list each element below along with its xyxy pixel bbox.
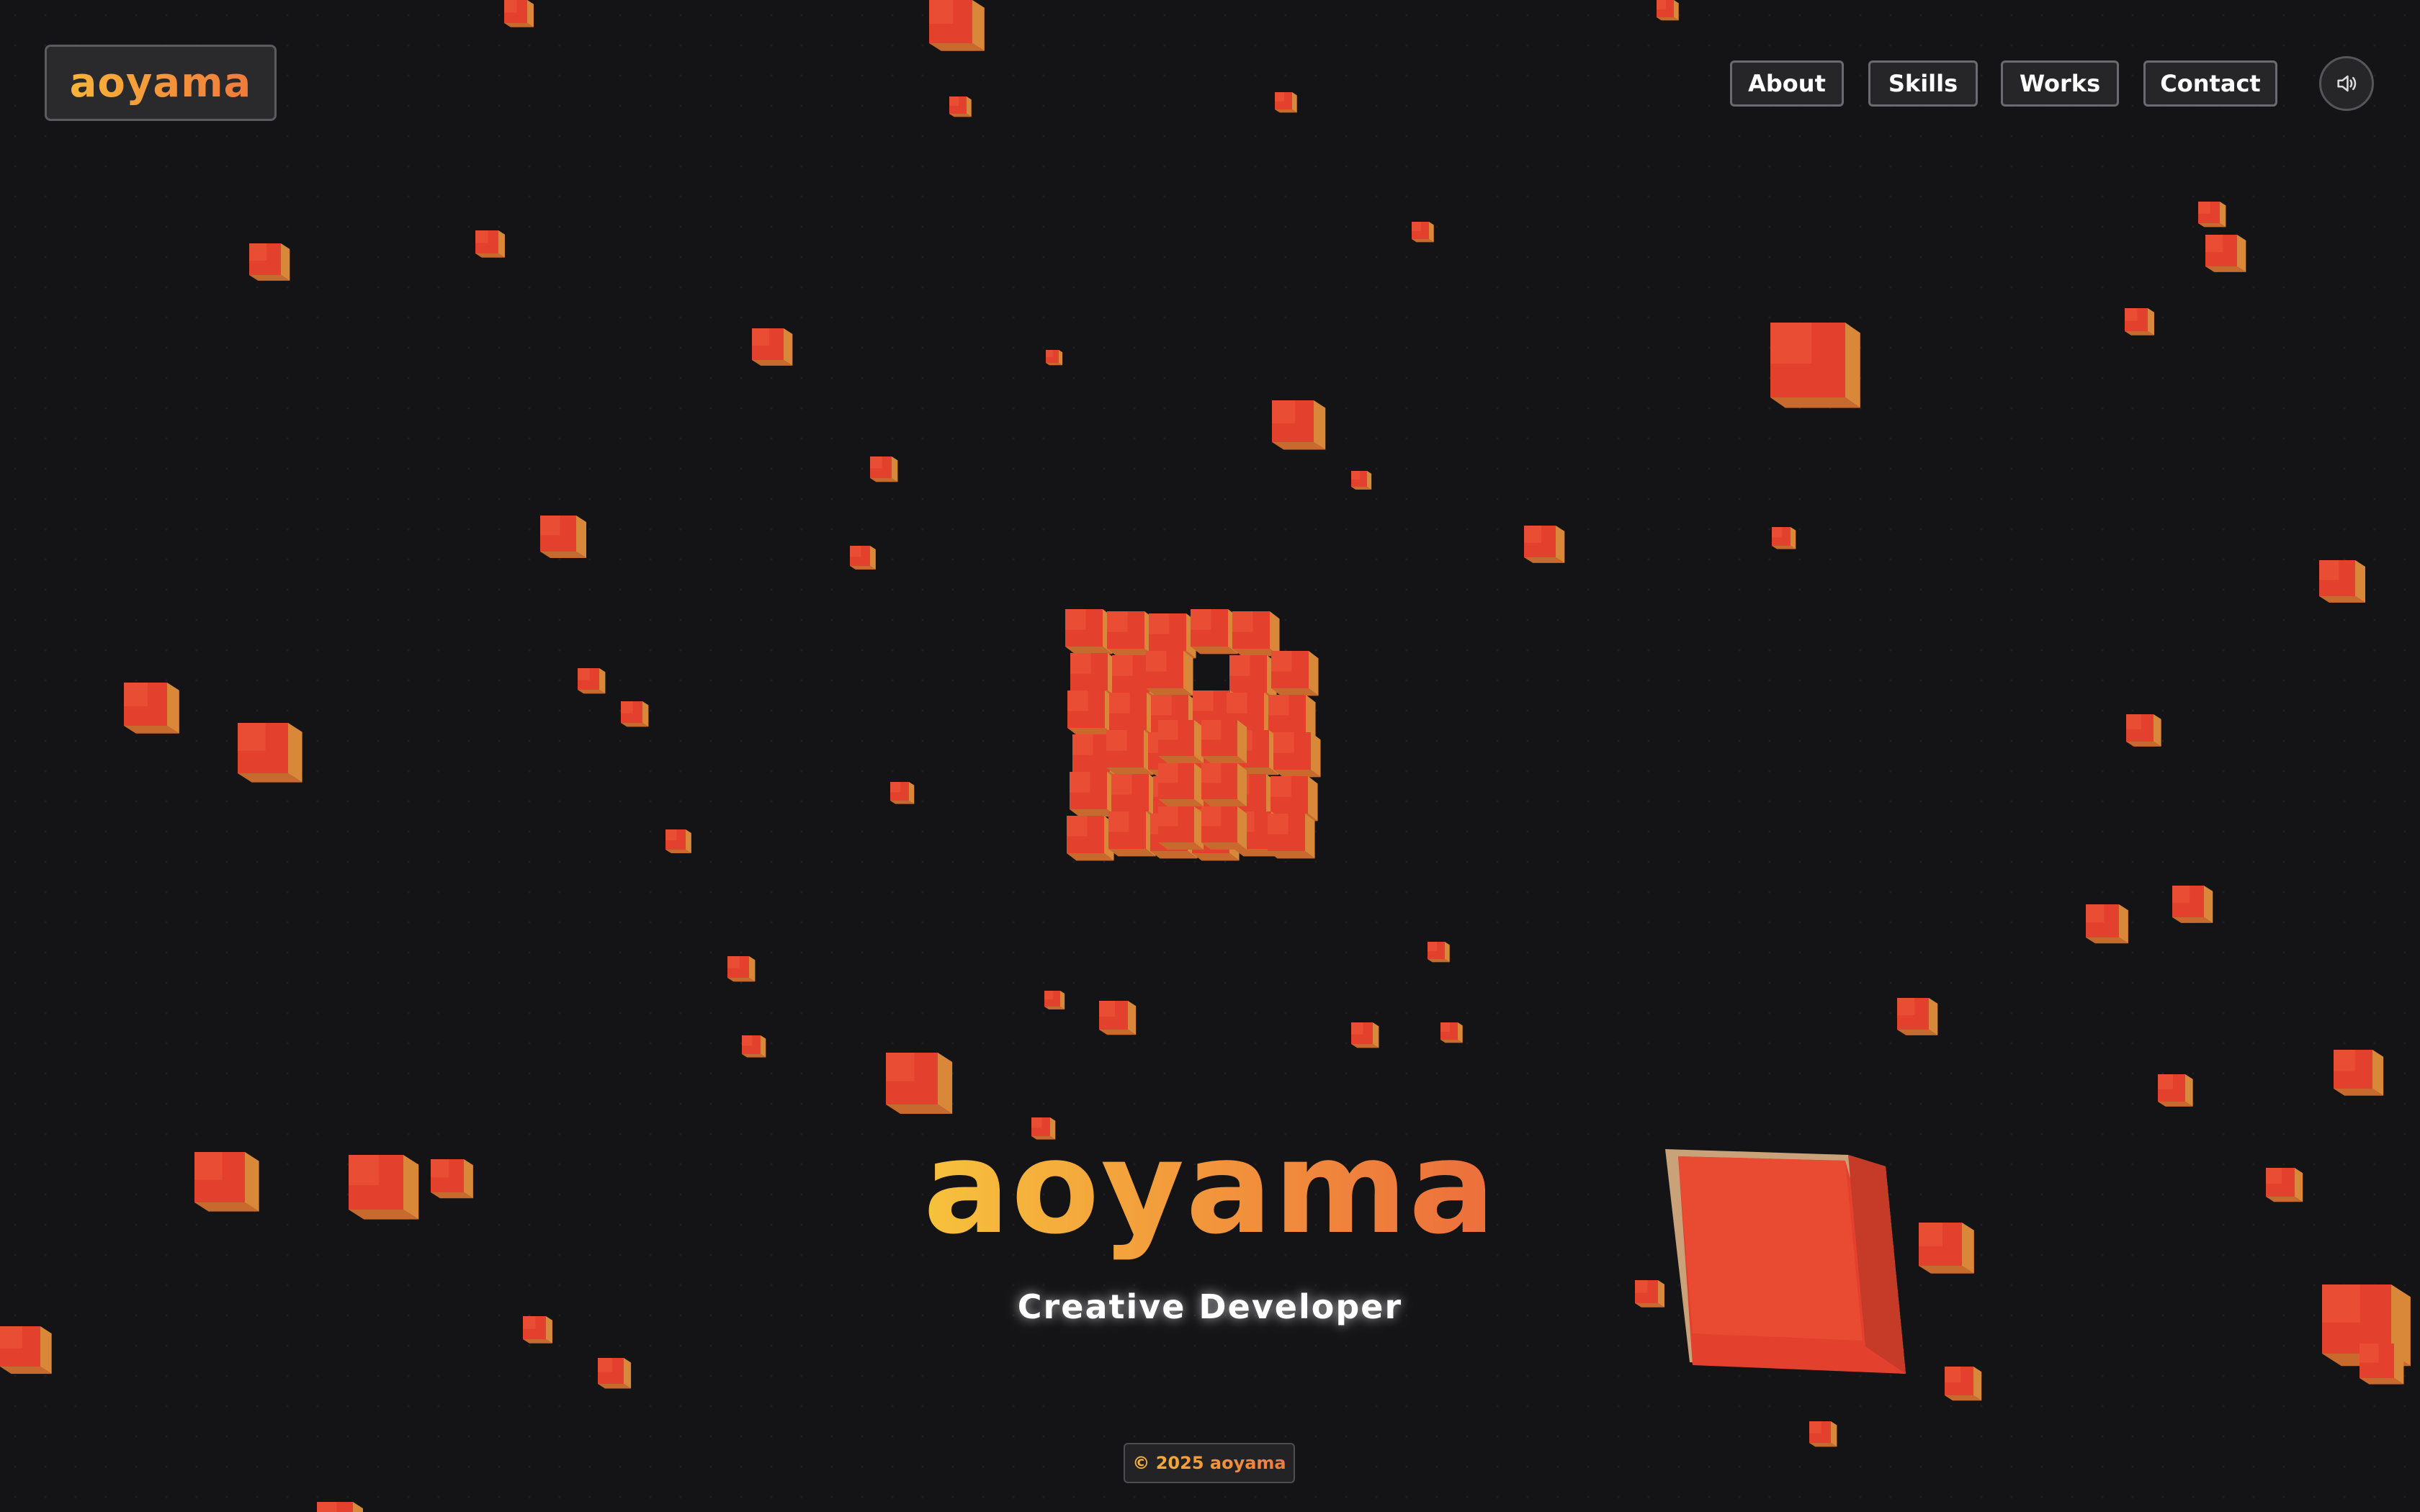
nav-works-label: Works xyxy=(2019,70,2101,97)
nav-about[interactable]: About xyxy=(1730,60,1844,107)
cube xyxy=(317,1502,363,1512)
cube xyxy=(1897,998,1938,1035)
cube xyxy=(1945,1367,1982,1401)
cube xyxy=(504,0,534,27)
footer-copyright: © 2025 aoyama xyxy=(1124,1443,1295,1483)
nav-skills-label: Skills xyxy=(1888,70,1958,97)
cube xyxy=(1201,763,1247,806)
speaker-icon xyxy=(2337,75,2357,92)
nav-works[interactable]: Works xyxy=(2001,60,2119,107)
cube xyxy=(2334,1050,2384,1096)
sound-toggle-button[interactable] xyxy=(2319,56,2374,111)
cube xyxy=(598,1358,632,1389)
cube xyxy=(742,1035,766,1058)
cube xyxy=(1351,1022,1379,1048)
cube xyxy=(1770,323,1860,408)
cube xyxy=(2126,714,2161,747)
logo-button[interactable]: aoyama xyxy=(45,45,277,121)
cube xyxy=(727,956,756,982)
cube xyxy=(249,243,290,281)
cube xyxy=(1044,991,1065,1009)
cube xyxy=(1268,814,1315,859)
cube xyxy=(666,829,691,854)
logo-text: aoyama xyxy=(69,59,252,107)
cube xyxy=(1809,1421,1837,1447)
cube xyxy=(1272,400,1326,450)
cube xyxy=(1351,471,1372,490)
cube xyxy=(0,1326,52,1374)
cube xyxy=(1106,730,1154,775)
cube xyxy=(890,782,915,804)
cube xyxy=(1273,732,1321,778)
cube xyxy=(621,701,649,727)
cube xyxy=(1158,763,1204,806)
hero-title: aoyama xyxy=(0,1109,2420,1267)
cube xyxy=(1524,526,1565,563)
cube xyxy=(752,328,793,366)
cube xyxy=(1158,806,1204,850)
cube xyxy=(870,456,898,482)
footer-copyright-text: © 2025 aoyama xyxy=(1132,1453,1286,1473)
cube xyxy=(1275,92,1297,113)
cube xyxy=(1065,609,1113,654)
cube xyxy=(2086,904,2128,944)
cube xyxy=(1191,609,1238,654)
cube xyxy=(1412,222,1434,243)
cube xyxy=(1070,772,1117,817)
nav-contact[interactable]: Contact xyxy=(2143,60,2277,107)
cube xyxy=(2125,308,2154,336)
cube xyxy=(2198,202,2226,228)
cube xyxy=(886,1053,953,1114)
cube xyxy=(1428,942,1450,963)
cube xyxy=(1271,651,1319,696)
cube xyxy=(1067,816,1114,861)
cube xyxy=(949,96,972,117)
cube xyxy=(2319,560,2365,603)
cube xyxy=(1201,720,1247,763)
cube xyxy=(1657,0,1679,21)
nav-about-label: About xyxy=(1748,70,1826,97)
cube xyxy=(1158,720,1204,763)
cube xyxy=(1067,690,1115,736)
hero-title-text: aoyama xyxy=(923,1113,1497,1262)
cube xyxy=(1107,611,1155,657)
nav-contact-label: Contact xyxy=(2160,70,2261,97)
cube-scene xyxy=(0,0,2420,1512)
cube xyxy=(238,723,302,783)
cube xyxy=(2360,1344,2404,1385)
cube xyxy=(1108,811,1156,857)
cube xyxy=(1772,527,1796,549)
cube xyxy=(578,668,606,694)
cubes-background xyxy=(0,0,2411,1512)
hero-subtitle: Creative Developer xyxy=(1017,1287,1403,1326)
cube xyxy=(1099,1001,1137,1035)
cube xyxy=(1201,806,1247,850)
cube xyxy=(124,683,179,734)
cube xyxy=(2158,1074,2193,1107)
cube xyxy=(2172,886,2213,923)
cube xyxy=(1146,651,1193,696)
cube xyxy=(1046,350,1063,366)
cube xyxy=(929,0,985,51)
cube xyxy=(850,546,876,570)
nav-skills[interactable]: Skills xyxy=(1868,60,1978,107)
cube xyxy=(1232,611,1280,657)
cube xyxy=(1440,1022,1463,1043)
cube xyxy=(475,230,505,258)
cube xyxy=(2205,235,2246,272)
cube xyxy=(540,516,586,558)
